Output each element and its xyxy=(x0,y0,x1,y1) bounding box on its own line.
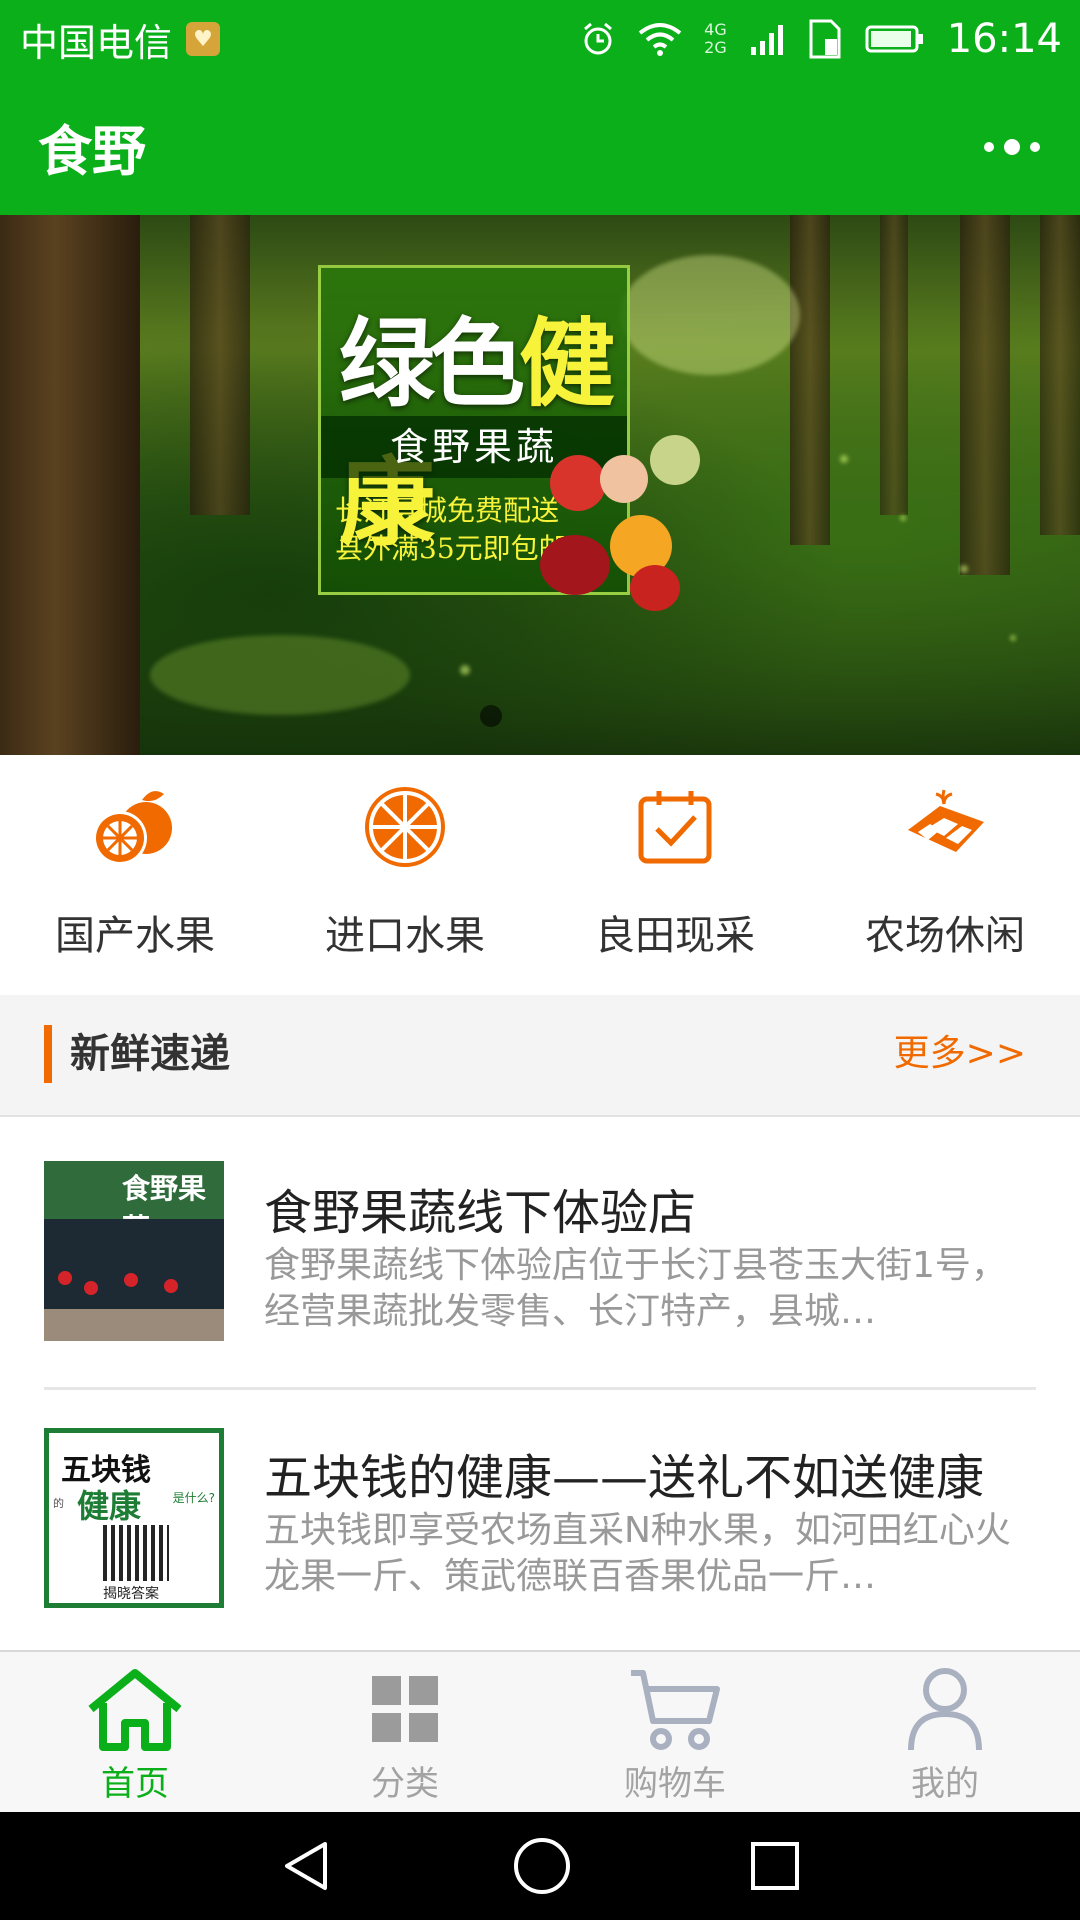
tree-decoration xyxy=(880,215,908,515)
network-type-top: 4G xyxy=(704,20,727,39)
orange-slice-icon xyxy=(360,777,450,877)
more-link[interactable]: 更多>> xyxy=(894,1025,1026,1083)
tab-label: 分类 xyxy=(371,1764,439,1804)
recents-icon[interactable] xyxy=(749,1840,801,1892)
status-bar: 中国电信 ♥ 4G 2G 16:14 xyxy=(0,0,1080,78)
store-floor xyxy=(44,1309,224,1341)
list-item[interactable]: 五块钱 的 健康 是什么? 揭晓答案 五块钱的健康——送礼不如送健康 五块钱即享… xyxy=(44,1387,1036,1655)
store-front xyxy=(44,1219,224,1309)
alarm-icon xyxy=(584,22,613,55)
category-label: 农场休闲 xyxy=(865,913,1025,959)
home-circle-icon[interactable] xyxy=(512,1836,572,1896)
tree-decoration xyxy=(790,215,830,545)
fruit-grape xyxy=(650,435,700,485)
more-menu-button[interactable] xyxy=(984,138,1040,155)
store-photo: 食野果蔬 xyxy=(44,1161,224,1341)
network-type: 4G 2G xyxy=(704,21,727,57)
status-left: 中国电信 ♥ xyxy=(20,12,221,67)
tab-profile[interactable]: 我的 xyxy=(810,1652,1080,1812)
category-imported-fruit[interactable]: 进口水果 xyxy=(270,755,540,995)
heart-rate-icon: ♥ xyxy=(186,22,221,56)
home-icon xyxy=(85,1664,185,1754)
calendar-check-icon xyxy=(635,777,715,877)
tab-cart[interactable]: 购物车 xyxy=(540,1652,810,1812)
article-title: 食野果蔬线下体验店 xyxy=(264,1185,697,1241)
fruit-apple xyxy=(550,455,606,511)
tab-category[interactable]: 分类 xyxy=(270,1652,540,1812)
firefly xyxy=(900,515,906,521)
page-title: 食野 xyxy=(38,120,146,183)
article-description: 食野果蔬线下体验店位于长汀县苍玉大街1号，经营果蔬批发零售、长汀特产，县城… xyxy=(264,1245,1007,1332)
section-accent-bar xyxy=(44,1025,52,1083)
farm-field-icon xyxy=(900,777,990,877)
fruit-cherry xyxy=(540,535,610,595)
category-farm-leisure[interactable]: 农场休闲 xyxy=(810,755,1080,995)
category-label: 进口水果 xyxy=(325,913,485,959)
more-dot-icon xyxy=(1004,138,1020,155)
light-glow xyxy=(150,635,410,715)
more-dot-icon xyxy=(1030,141,1040,152)
fruit-pile-image xyxy=(530,415,730,615)
article-thumbnail: 食野果蔬 xyxy=(44,1161,224,1341)
firefly xyxy=(960,565,968,573)
flower-basket xyxy=(124,1273,138,1287)
article-description: 五块钱即享受农场直采N种水果，如河田红心火龙果一斤、策武德联百香果优品一斤… xyxy=(264,1510,1011,1597)
article-title: 五块钱的健康——送礼不如送健康 xyxy=(264,1450,985,1506)
poster-small-right: 是什么? xyxy=(172,1491,215,1505)
tree-decoration xyxy=(0,215,140,755)
light-glow xyxy=(620,255,800,375)
firefly xyxy=(840,455,848,463)
clock: 16:14 xyxy=(946,16,1062,62)
cart-icon xyxy=(627,1664,723,1754)
battery-icon xyxy=(865,25,923,53)
promo-banner[interactable]: 绿色健康 食野果蔬 长汀县城免费配送 县外满35元即包邮 xyxy=(0,215,1080,755)
tab-label: 首页 xyxy=(101,1764,169,1804)
signal-icon xyxy=(750,25,783,55)
banner-headline-white: 绿色 xyxy=(339,307,525,420)
poster-small-left: 的 xyxy=(53,1497,64,1510)
article-list: 食野果蔬 食野果蔬线下体验店 食野果蔬线下体验店位于长汀县苍玉大街1号，经营果蔬… xyxy=(0,1117,1080,1655)
carrier-name: 中国电信 xyxy=(20,20,173,65)
flower-basket xyxy=(58,1271,72,1285)
bottom-tab-bar: 首页 分类 购物车 我的 xyxy=(0,1650,1080,1812)
flower-basket xyxy=(164,1279,178,1293)
tab-label: 我的 xyxy=(911,1764,979,1804)
orange-icon xyxy=(90,777,180,877)
wifi-icon xyxy=(638,23,682,56)
flower-basket xyxy=(84,1281,98,1295)
system-navigation-bar xyxy=(0,1812,1080,1920)
banner-page-indicator xyxy=(480,705,502,727)
tree-decoration xyxy=(960,215,1010,575)
article-thumbnail: 五块钱 的 健康 是什么? 揭晓答案 xyxy=(44,1428,224,1608)
back-icon[interactable] xyxy=(279,1838,335,1894)
category-field-picked[interactable]: 良田现采 xyxy=(540,755,810,995)
section-header: 新鲜速递 更多>> xyxy=(0,995,1080,1117)
tab-label: 购物车 xyxy=(624,1764,726,1804)
poster-footer: 揭晓答案 xyxy=(103,1586,159,1602)
fruit-strawberry xyxy=(630,565,680,611)
category-grid: 国产水果 进口水果 良田现采 农场休闲 xyxy=(0,755,1080,995)
tab-home[interactable]: 首页 xyxy=(0,1652,270,1812)
category-label: 国产水果 xyxy=(55,913,215,959)
list-item[interactable]: 食野果蔬 食野果蔬线下体验店 食野果蔬线下体验店位于长汀县苍玉大街1号，经营果蔬… xyxy=(0,1117,1080,1387)
grid-icon xyxy=(370,1664,440,1754)
status-right: 4G 2G 16:14 xyxy=(580,16,1062,62)
title-bar: 食野 xyxy=(0,78,1080,215)
poster-image: 五块钱 的 健康 是什么? 揭晓答案 xyxy=(44,1428,224,1608)
category-label: 良田现采 xyxy=(595,913,755,959)
poster-health: 健康 xyxy=(77,1487,142,1525)
user-icon xyxy=(905,1664,985,1754)
sim-card-icon xyxy=(809,19,841,59)
category-domestic-fruit[interactable]: 国产水果 xyxy=(0,755,270,995)
section-title: 新鲜速递 xyxy=(70,1031,230,1077)
more-dot-icon xyxy=(984,141,994,152)
firefly xyxy=(460,665,470,675)
tree-decoration xyxy=(1040,215,1080,535)
fruit-peach xyxy=(600,455,648,503)
firefly xyxy=(1010,635,1016,641)
tree-decoration xyxy=(190,215,250,515)
network-type-bottom: 2G xyxy=(704,38,727,57)
qr-code-icon xyxy=(103,1525,169,1581)
